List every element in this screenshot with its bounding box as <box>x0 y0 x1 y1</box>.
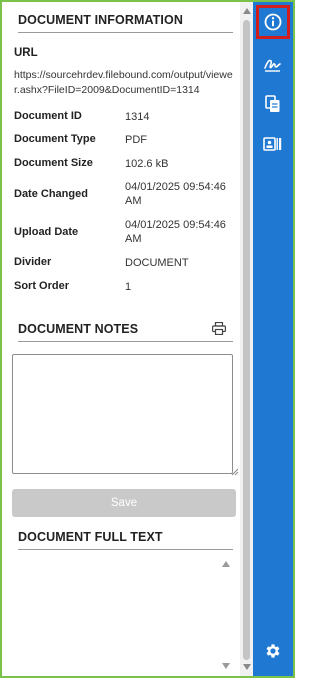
field-value: DOCUMENT <box>125 257 189 269</box>
gear-icon <box>266 644 280 658</box>
field-label: Document Size <box>14 157 93 169</box>
document-full-text-area[interactable] <box>18 554 233 672</box>
url-label: URL <box>14 47 38 59</box>
save-button[interactable]: Save <box>12 489 236 517</box>
url-value[interactable]: https://sourcehrdev.filebound.com/output… <box>14 68 234 98</box>
field-value: 1 <box>125 281 132 293</box>
field-label: Sort Order <box>14 280 70 292</box>
resize-grip-icon[interactable] <box>231 468 239 476</box>
signature-icon <box>264 59 281 72</box>
field-label: Date Changed <box>14 188 88 200</box>
field-value: 04/01/2025 09:54:46 AM <box>125 181 226 207</box>
scroll-down-arrow-icon[interactable] <box>243 664 251 670</box>
field-label: Document ID <box>14 110 82 122</box>
scroll-up-arrow-icon[interactable] <box>243 8 251 14</box>
field-label: Document Type <box>14 133 96 145</box>
info-button[interactable] <box>256 5 290 39</box>
field-value: 1314 <box>125 111 150 123</box>
scroll-down-arrow-icon[interactable] <box>222 663 230 669</box>
field-label: Upload Date <box>14 226 79 238</box>
document-panel-frame: DOCUMENT INFORMATION URL https://sourceh… <box>0 0 295 678</box>
id-card-barcode-icon <box>263 137 282 151</box>
settings-button[interactable] <box>258 636 288 666</box>
document-full-text-heading: DOCUMENT FULL TEXT <box>18 530 233 550</box>
scrollbar-thumb[interactable] <box>243 20 250 660</box>
scroll-up-arrow-icon[interactable] <box>222 561 230 567</box>
document-details-panel: DOCUMENT INFORMATION URL https://sourceh… <box>2 2 240 676</box>
info-icon <box>264 13 282 31</box>
document-notes-textarea[interactable] <box>12 354 233 474</box>
document-information-heading: DOCUMENT INFORMATION <box>18 13 233 33</box>
full-text-scrollbar[interactable] <box>221 559 231 671</box>
panel-scrollbar[interactable] <box>240 2 253 676</box>
copy-documents-button[interactable] <box>258 89 288 119</box>
field-value: 04/01/2025 09:54:46 AM <box>125 219 226 245</box>
document-notes-heading: DOCUMENT NOTES <box>18 322 233 342</box>
side-toolbar <box>253 2 293 676</box>
copy-documents-icon <box>265 95 280 112</box>
field-label: Divider <box>14 256 52 268</box>
printer-icon[interactable] <box>212 322 226 335</box>
field-value: 102.6 kB <box>125 158 169 170</box>
id-card-barcode-button[interactable] <box>258 129 288 159</box>
field-value: PDF <box>125 134 147 146</box>
signature-button[interactable] <box>258 49 288 79</box>
